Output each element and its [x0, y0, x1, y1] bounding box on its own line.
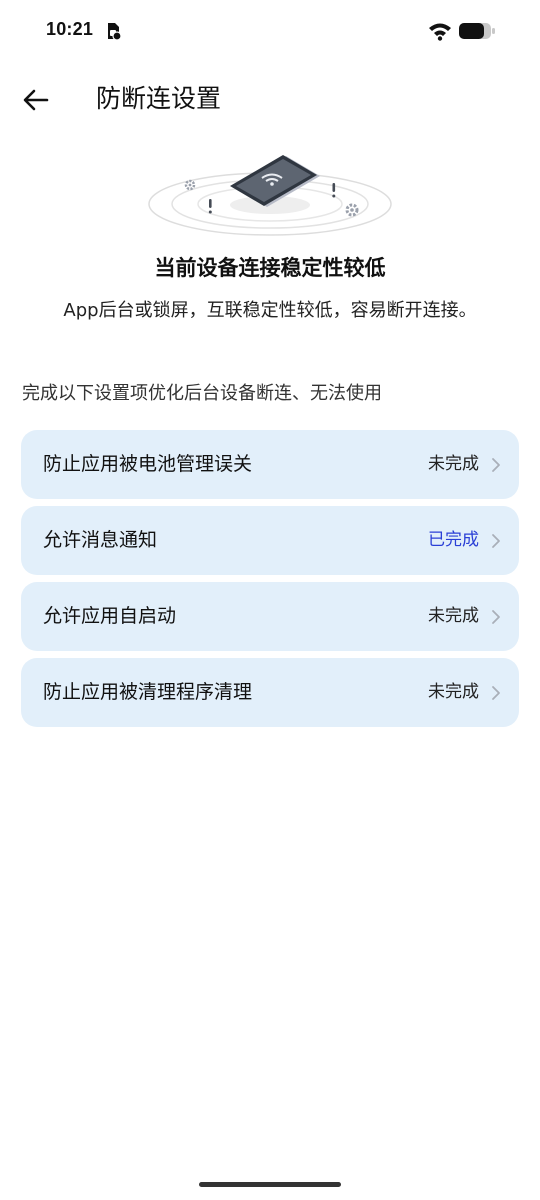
setting-status: 未完成 — [428, 454, 479, 474]
chevron-right-icon — [492, 686, 500, 700]
settings-list: 防止应用被电池管理误关 未完成 允许消息通知 已完成 允许应用自启动 未完成 防… — [21, 430, 519, 734]
setting-label: 允许应用自启动 — [43, 605, 177, 627]
home-indicator[interactable] — [199, 1182, 341, 1187]
back-button[interactable] — [14, 78, 58, 122]
warning-icon — [208, 199, 212, 214]
wifi-icon — [429, 23, 451, 41]
setting-label: 允许消息通知 — [43, 529, 158, 551]
section-description: 完成以下设置项优化后台设备断连、无法使用 — [22, 383, 382, 404]
stability-warning-title: 当前设备连接稳定性较低 — [154, 256, 386, 280]
status-time: 10:21 — [46, 19, 94, 39]
setting-status: 未完成 — [428, 682, 479, 702]
status-bar: 10:21 — [0, 0, 540, 64]
chevron-right-icon — [492, 534, 500, 548]
setting-label: 防止应用被清理程序清理 — [43, 681, 253, 703]
battery-icon — [459, 23, 495, 39]
gear-icon — [345, 203, 359, 217]
gear-icon — [184, 179, 196, 191]
page-title: 防断连设置 — [96, 84, 222, 113]
chevron-right-icon — [492, 610, 500, 624]
setting-label: 防止应用被电池管理误关 — [43, 453, 253, 475]
setting-status: 未完成 — [428, 606, 479, 626]
setting-status: 已完成 — [428, 530, 479, 550]
back-arrow-icon — [23, 89, 49, 111]
sim-card-icon — [108, 23, 122, 41]
app-header: 防断连设置 — [0, 70, 540, 130]
warning-icon — [332, 183, 336, 198]
chevron-right-icon — [492, 458, 500, 472]
stability-warning-subtitle: App后台或锁屏，互联稳定性较低，容易断开连接。 — [63, 300, 477, 321]
setting-message-notification[interactable]: 允许消息通知 已完成 — [21, 506, 519, 575]
setting-battery-management[interactable]: 防止应用被电池管理误关 未完成 — [21, 430, 519, 499]
phone-wifi-illustration — [148, 155, 392, 236]
setting-auto-start[interactable]: 允许应用自启动 未完成 — [21, 582, 519, 651]
setting-cleaner-protection[interactable]: 防止应用被清理程序清理 未完成 — [21, 658, 519, 727]
